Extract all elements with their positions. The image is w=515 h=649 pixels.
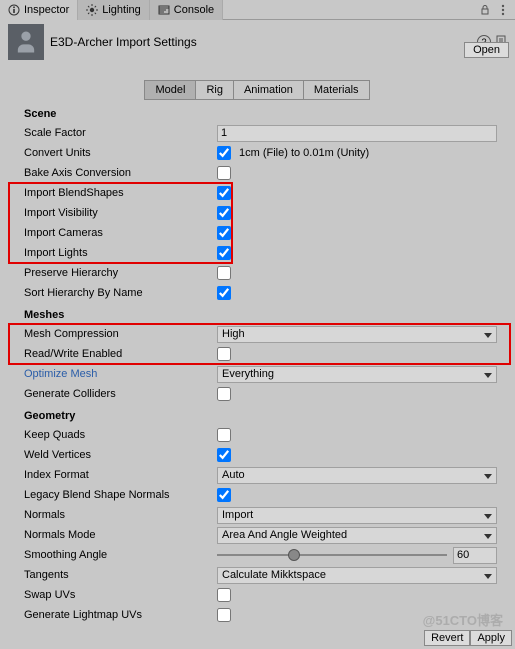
apply-button[interactable]: Apply — [470, 630, 512, 646]
tab-rig[interactable]: Rig — [195, 80, 234, 100]
kebab-menu-icon[interactable] — [497, 4, 509, 16]
import-cameras-checkbox[interactable] — [217, 226, 231, 240]
console-icon — [158, 4, 170, 16]
label-smoothing-angle: Smoothing Angle — [24, 549, 217, 561]
label-keep-quads: Keep Quads — [24, 429, 217, 441]
tab-console[interactable]: Console — [150, 0, 223, 20]
optimize-mesh-dropdown[interactable]: Everything — [217, 366, 497, 383]
legacy-bs-normals-checkbox[interactable] — [217, 488, 231, 502]
generate-lightmap-uvs-checkbox[interactable] — [217, 608, 231, 622]
section-scene: Scene — [24, 108, 497, 120]
sun-icon — [86, 4, 98, 16]
index-format-dropdown[interactable]: Auto — [217, 467, 497, 484]
tangents-dropdown[interactable]: Calculate Mikktspace — [217, 567, 497, 584]
label-legacy-bs-normals: Legacy Blend Shape Normals — [24, 489, 217, 501]
label-mesh-compression: Mesh Compression — [24, 328, 217, 340]
keep-quads-checkbox[interactable] — [217, 428, 231, 442]
label-optimize-mesh: Optimize Mesh — [24, 368, 217, 380]
label-generate-lightmap-uvs: Generate Lightmap UVs — [24, 609, 217, 621]
label-tangents: Tangents — [24, 569, 217, 581]
label-sort-hierarchy: Sort Hierarchy By Name — [24, 287, 217, 299]
import-lights-checkbox[interactable] — [217, 246, 231, 260]
smoothing-angle-slider[interactable] — [217, 554, 447, 556]
label-scale-factor: Scale Factor — [24, 127, 217, 139]
scale-factor-input[interactable] — [217, 125, 497, 142]
asset-title: E3D-Archer Import Settings — [50, 35, 471, 49]
window-tabs: Inspector Lighting Console — [0, 0, 515, 20]
bake-axis-checkbox[interactable] — [217, 166, 231, 180]
weld-vertices-checkbox[interactable] — [217, 448, 231, 462]
label-convert-units: Convert Units — [24, 147, 217, 159]
generate-colliders-checkbox[interactable] — [217, 387, 231, 401]
tab-lighting[interactable]: Lighting — [78, 0, 150, 20]
swap-uvs-checkbox[interactable] — [217, 588, 231, 602]
label-read-write: Read/Write Enabled — [24, 348, 217, 360]
tab-label: Console — [174, 4, 214, 16]
label-normals-mode: Normals Mode — [24, 529, 217, 541]
slider-thumb[interactable] — [288, 549, 300, 561]
convert-units-checkbox[interactable] — [217, 146, 231, 160]
importer-tabs: Model Rig Animation Materials — [0, 80, 515, 100]
tab-model[interactable]: Model — [144, 80, 196, 100]
tab-materials[interactable]: Materials — [303, 80, 370, 100]
mesh-compression-dropdown[interactable]: High — [217, 326, 497, 343]
preserve-hierarchy-checkbox[interactable] — [217, 266, 231, 280]
lock-icon[interactable] — [479, 4, 491, 16]
read-write-checkbox[interactable] — [217, 347, 231, 361]
tab-label: Inspector — [24, 4, 69, 16]
import-visibility-checkbox[interactable] — [217, 206, 231, 220]
tab-label: Lighting — [102, 4, 141, 16]
info-icon — [8, 4, 20, 16]
label-preserve-hierarchy: Preserve Hierarchy — [24, 267, 217, 279]
tab-animation[interactable]: Animation — [233, 80, 304, 100]
asset-header: E3D-Archer Import Settings ? — [0, 20, 515, 64]
asset-thumbnail — [8, 24, 44, 60]
label-weld-vertices: Weld Vertices — [24, 449, 217, 461]
convert-units-hint: 1cm (File) to 0.01m (Unity) — [239, 147, 369, 159]
label-index-format: Index Format — [24, 469, 217, 481]
label-import-blendshapes: Import BlendShapes — [24, 187, 217, 199]
import-blendshapes-checkbox[interactable] — [217, 186, 231, 200]
revert-button[interactable]: Revert — [424, 630, 470, 646]
label-bake-axis: Bake Axis Conversion — [24, 167, 217, 179]
section-meshes: Meshes — [24, 309, 497, 321]
label-swap-uvs: Swap UVs — [24, 589, 217, 601]
sort-hierarchy-checkbox[interactable] — [217, 286, 231, 300]
smoothing-angle-value[interactable]: 60 — [453, 547, 497, 564]
label-import-visibility: Import Visibility — [24, 207, 217, 219]
label-normals: Normals — [24, 509, 217, 521]
normals-dropdown[interactable]: Import — [217, 507, 497, 524]
label-generate-colliders: Generate Colliders — [24, 388, 217, 400]
tab-inspector[interactable]: Inspector — [0, 0, 78, 20]
label-import-lights: Import Lights — [24, 247, 217, 259]
normals-mode-dropdown[interactable]: Area And Angle Weighted — [217, 527, 497, 544]
section-geometry: Geometry — [24, 410, 497, 422]
footer-buttons: Revert Apply — [421, 627, 515, 649]
label-import-cameras: Import Cameras — [24, 227, 217, 239]
open-button[interactable]: Open — [464, 42, 509, 58]
